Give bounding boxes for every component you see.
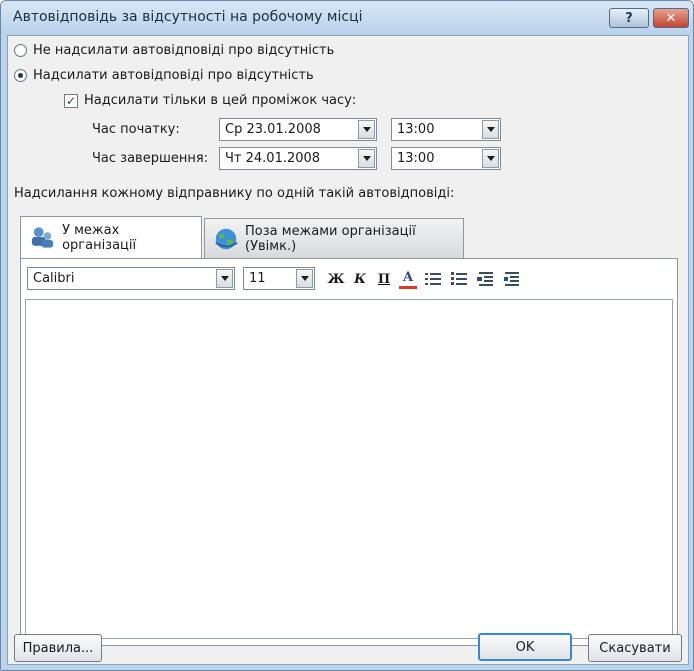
chevron-down-icon[interactable]: [358, 149, 375, 168]
section-heading: Надсилання кожному відправнику по одній …: [14, 186, 455, 201]
chevron-down-icon[interactable]: [216, 269, 233, 288]
chevron-down-icon[interactable]: [482, 149, 499, 168]
rules-button[interactable]: Правила...: [14, 634, 102, 662]
tab-outside-organization[interactable]: Поза межами організації (Увімк.): [204, 218, 464, 258]
radio-no-reply-circle[interactable]: [14, 44, 27, 57]
globe-icon: [215, 228, 238, 249]
reply-editor-panel: Calibri 11 Ж К П А: [20, 258, 678, 646]
font-size-value: 11: [249, 271, 266, 286]
radio-send-reply-circle[interactable]: [14, 69, 27, 82]
dialog-client-area: Не надсилати автовідповіді про відсутніс…: [7, 35, 689, 665]
cancel-button[interactable]: Скасувати: [588, 634, 682, 662]
radio-no-reply[interactable]: Не надсилати автовідповіді про відсутніс…: [14, 43, 334, 58]
title-bar[interactable]: Автовідповідь за відсутності на робочому…: [1, 1, 693, 35]
radio-send-reply[interactable]: Надсилати автовідповіді про відсутність: [14, 68, 314, 83]
tab-outside-label: Поза межами організації (Увімк.): [245, 223, 416, 254]
users-icon: [31, 226, 54, 248]
close-icon: ✕: [665, 10, 677, 26]
end-date-value: Чт 24.01.2008: [225, 151, 321, 166]
format-toolbar: Calibri 11 Ж К П А: [21, 259, 677, 299]
italic-button[interactable]: К: [351, 269, 369, 289]
start-time-combo[interactable]: 13:00: [391, 118, 501, 141]
underline-button[interactable]: П: [375, 269, 393, 289]
bullet-list-icon[interactable]: [425, 272, 441, 286]
decrease-indent-icon[interactable]: [477, 272, 493, 286]
tab-inside-organization[interactable]: У межах організації: [20, 216, 202, 258]
end-time-value: 13:00: [397, 151, 435, 166]
start-date-value: Ср 23.01.2008: [225, 122, 321, 137]
time-range-label: Надсилати тільки в цей проміжок часу:: [84, 93, 357, 108]
start-time-label: Час початку:: [92, 122, 180, 137]
numbered-list-icon[interactable]: [451, 272, 467, 286]
chevron-down-icon[interactable]: [358, 120, 375, 139]
radio-send-reply-label: Надсилати автовідповіді про відсутність: [33, 68, 314, 83]
radio-no-reply-label: Не надсилати автовідповіді про відсутніс…: [33, 43, 335, 58]
chevron-down-icon[interactable]: [482, 120, 499, 139]
font-value: Calibri: [33, 271, 75, 286]
font-size-combo[interactable]: 11: [243, 267, 315, 290]
end-time-combo[interactable]: 13:00: [391, 147, 501, 170]
font-color-button[interactable]: А: [399, 269, 417, 289]
time-range-checkbox-row[interactable]: ✓ Надсилати тільки в цей проміжок часу:: [64, 93, 356, 108]
bold-button[interactable]: Ж: [327, 269, 345, 289]
time-range-checkbox[interactable]: ✓: [64, 93, 78, 108]
start-date-combo[interactable]: Ср 23.01.2008: [219, 118, 377, 141]
help-button[interactable]: ?: [609, 8, 649, 28]
ok-button[interactable]: OK: [478, 633, 572, 661]
dialog-window: Автовідповідь за відсутності на робочому…: [0, 0, 694, 671]
help-icon: ?: [625, 10, 633, 26]
checkmark-icon: ✓: [65, 93, 77, 108]
end-date-combo[interactable]: Чт 24.01.2008: [219, 147, 377, 170]
reply-message-body[interactable]: [25, 299, 673, 639]
close-button[interactable]: ✕: [653, 8, 689, 28]
chevron-down-icon[interactable]: [296, 269, 313, 288]
start-time-value: 13:00: [397, 122, 435, 137]
font-combo[interactable]: Calibri: [27, 267, 235, 290]
dialog-title: Автовідповідь за відсутності на робочому…: [13, 9, 363, 25]
increase-indent-icon[interactable]: [503, 272, 519, 286]
tab-inside-label: У межах організації: [62, 222, 137, 253]
end-time-label: Час завершення:: [92, 151, 209, 166]
